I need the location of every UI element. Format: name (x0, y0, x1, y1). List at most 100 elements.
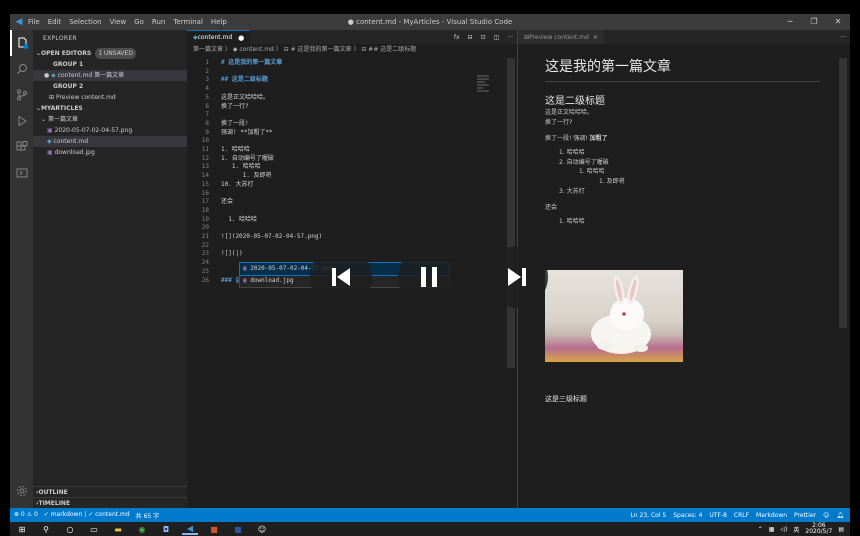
open-editor-preview-label: Preview content.md (55, 94, 116, 101)
timeline-section[interactable]: › TIMELINE (33, 497, 187, 508)
menu-item-run[interactable]: Run (152, 18, 165, 26)
vscode-taskbar-icon[interactable]: ◀ (182, 523, 198, 535)
preview-paragraph-3: 还会 (545, 203, 558, 211)
menu-item-selection[interactable]: Selection (69, 18, 101, 26)
encoding[interactable]: UTF-8 (709, 512, 727, 519)
menu-item-help[interactable]: Help (211, 18, 227, 26)
skip-previous-icon (332, 268, 350, 286)
close-icon[interactable]: ✕ (826, 14, 850, 30)
feedback-icon[interactable]: ☺ (823, 512, 829, 519)
menu-bar: File Edit Selection View Go Run Terminal Help (28, 18, 235, 26)
volume-icon[interactable]: ◁) (780, 526, 787, 533)
windows-start-icon[interactable]: ⊞ (14, 523, 30, 535)
file-item-content-md[interactable]: ◆ content.md (33, 136, 187, 147)
camera-icon[interactable]: ◘ (158, 523, 174, 535)
split-editor-icon[interactable]: ◫ (494, 34, 500, 41)
unsaved-dot-icon[interactable]: ● (238, 34, 244, 42)
line-number: 10 (201, 137, 209, 145)
task-view-icon[interactable]: ▭ (86, 523, 102, 535)
notifications-icon[interactable]: 🔔︎ (836, 512, 844, 519)
next-track-button[interactable] (486, 246, 548, 308)
preview-text: 这是正文哈哈哈。 (545, 109, 594, 116)
line-number: 25 (201, 267, 209, 275)
close-icon[interactable]: ✕ (593, 34, 598, 41)
open-editor-preview[interactable]: ⊞ Preview content.md (33, 92, 187, 103)
indentation[interactable]: Spaces: 4 (673, 512, 702, 519)
tray-chevron-icon[interactable]: ⌃ (758, 526, 763, 533)
file-explorer-icon[interactable]: ▬ (110, 523, 126, 535)
problems-status[interactable]: ⊗ 0 ⚠ 0 (14, 511, 38, 520)
powerpoint-icon[interactable]: ■ (206, 523, 222, 535)
line-number: 14 (201, 172, 209, 180)
editor-scrollbar[interactable] (507, 58, 515, 368)
run-debug-icon[interactable] (10, 108, 33, 134)
status-bar: ⊗ 0 ⚠ 0 ✓ markdown | ✓ content.md 共 65 字… (10, 508, 850, 522)
outline-section[interactable]: › OUTLINE (33, 486, 187, 497)
title-bar: ◀ File Edit Selection View Go Run Terminal Help… (10, 14, 850, 30)
breadcrumb[interactable]: 第一篇文章 〉 ◆ content.md 〉 ⊟ # 这是我的第一篇文章 〉 ⊟… (187, 44, 517, 55)
menu-item-edit[interactable]: Edit (48, 18, 62, 26)
search-icon[interactable]: ⚲ (38, 523, 54, 535)
line-number: 22 (201, 241, 209, 249)
pause-button[interactable] (398, 246, 460, 308)
language-mode[interactable]: Markdown (756, 512, 787, 519)
word-count[interactable]: 共 65 字 (136, 511, 159, 520)
preview-scrollbar[interactable] (839, 58, 847, 328)
preview-h1: 这是我的第一篇文章 (545, 56, 820, 82)
line-number: 8 (205, 119, 209, 127)
line-number: 9 (205, 128, 209, 136)
word-icon[interactable]: ■ (230, 523, 246, 535)
line-number: 11 (201, 146, 209, 153)
previous-track-button[interactable] (310, 246, 372, 308)
file-item-jpg[interactable]: ▣ download.jpg (33, 147, 187, 158)
preview-paragraph-1: 这是正文哈哈哈。 换了一行? (545, 108, 820, 128)
image-file-icon: ▣ (47, 149, 55, 156)
restore-icon[interactable]: ❐ (802, 14, 826, 30)
list-item: 1. 哈哈哈 (579, 168, 605, 176)
tab-preview[interactable]: ⊞ Preview content.md ✕ (518, 30, 604, 44)
project-section[interactable]: ⌄ MYARTICLES (33, 103, 187, 114)
lint-status[interactable]: ✓ markdown | ✓ content.md (44, 511, 130, 520)
settings-gear-icon[interactable] (10, 478, 33, 504)
feedback-hub-icon[interactable]: ☺ (254, 523, 270, 535)
ime-indicator[interactable]: 英 (793, 525, 799, 534)
action-center-icon[interactable]: ▤ (838, 526, 844, 533)
open-editor-content-md[interactable]: ● ◆ content.md 第一篇文章 (33, 70, 187, 81)
outline-label: OUTLINE (38, 488, 68, 496)
chrome-icon[interactable]: ◉ (134, 523, 150, 535)
tab-content-md[interactable]: ◆ content.md ● (187, 30, 251, 44)
clock[interactable]: 2:06 2020/5/7 (805, 523, 832, 535)
menu-item-go[interactable]: Go (134, 18, 144, 26)
vscode-logo-icon: ◀ (15, 17, 23, 27)
preview-text: 换了一行? (545, 119, 573, 126)
network-icon[interactable]: ▦ (769, 526, 775, 533)
extensions-icon[interactable] (10, 134, 33, 160)
clock-date: 2020/5/7 (805, 528, 833, 535)
preview-paragraph-2: 换了一段! 强调! 加粗了 (545, 134, 820, 144)
unsaved-badge: 1 UNSAVED (95, 48, 136, 59)
menu-item-file[interactable]: File (28, 18, 40, 26)
file-name: 2020-05-07-02-04-57.png (54, 127, 133, 134)
line-ending[interactable]: CRLF (734, 512, 749, 519)
cursor-position[interactable]: Ln 23, Col 5 (630, 512, 666, 519)
cortana-icon[interactable]: ○ (62, 523, 78, 535)
explorer-icon[interactable] (10, 30, 33, 56)
menu-item-terminal[interactable]: Terminal (173, 18, 203, 26)
open-editors-section[interactable]: ⌄ OPEN EDITORS 1 UNSAVED (33, 48, 187, 59)
minimize-icon[interactable]: ─ (778, 14, 802, 30)
open-preview-icon[interactable]: ⊡ (481, 34, 486, 41)
remote-explorer-icon[interactable] (10, 160, 33, 186)
more-actions-icon[interactable]: ··· (507, 34, 513, 41)
prettier-status[interactable]: Prettier (794, 512, 816, 519)
folder-item[interactable]: ⌄ 第一篇文章 (33, 114, 187, 125)
search-icon[interactable] (10, 56, 33, 82)
file-item-png[interactable]: ▣ 2020-05-07-02-04-57.png (33, 125, 187, 136)
code-line: 换了一段! (221, 119, 249, 127)
more-actions-icon[interactable]: ··· (840, 34, 846, 41)
open-changes-icon[interactable]: ⊟ (468, 34, 473, 41)
function-icon[interactable]: fx (454, 34, 460, 41)
menu-item-view[interactable]: View (110, 18, 127, 26)
source-control-icon[interactable] (10, 82, 33, 108)
minimap[interactable] (477, 74, 489, 104)
code-line: ![](|) (221, 250, 243, 258)
